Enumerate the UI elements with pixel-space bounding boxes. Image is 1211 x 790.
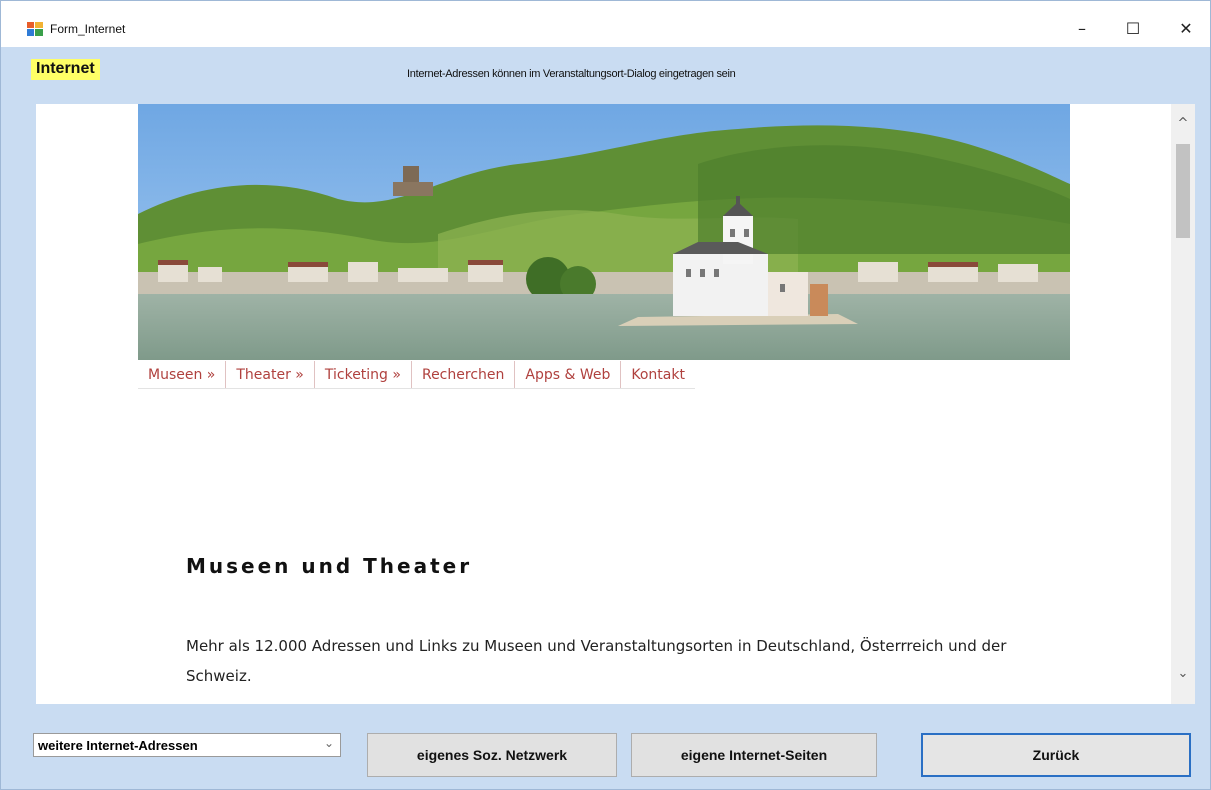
window-title: Form_Internet <box>50 22 126 36</box>
nav-link-theater[interactable]: Theater » <box>226 361 315 388</box>
intro-paragraph: Mehr als 12.000 Adressen und Links zu Mu… <box>186 637 1007 685</box>
scrollbar-thumb[interactable] <box>1176 144 1190 238</box>
form-window: Form_Internet – ☐ ✕ Internet Internet-Ad… <box>0 0 1211 790</box>
minimize-button[interactable]: – <box>1059 11 1105 47</box>
social-network-button[interactable]: eigenes Soz. Netzwerk <box>367 733 617 777</box>
nav-link-apps-web[interactable]: Apps & Web <box>515 361 622 388</box>
vertical-scrollbar[interactable]: ^ ⌄ <box>1171 104 1195 704</box>
hint-text: Internet-Adressen können im Veranstaltun… <box>407 68 736 80</box>
own-web-pages-button[interactable]: eigene Internet-Seiten <box>631 733 877 777</box>
nav-link-ticketing[interactable]: Ticketing » <box>315 361 412 388</box>
title-bar: Form_Internet – ☐ ✕ <box>1 1 1210 47</box>
back-button[interactable]: Zurück <box>921 733 1191 777</box>
web-browser-panel[interactable]: Museen » Theater » Ticketing » Recherche… <box>36 104 1195 704</box>
form-app-icon <box>27 22 43 36</box>
internet-address-select[interactable]: weitere Internet-Adressen ⌄ <box>33 733 341 757</box>
page-heading: Museen und Theater <box>186 554 473 578</box>
site-navigation: Museen » Theater » Ticketing » Recherche… <box>138 361 695 389</box>
nav-link-museen[interactable]: Museen » <box>138 361 227 388</box>
internet-badge: Internet <box>31 59 100 80</box>
nav-link-recherchen[interactable]: Recherchen <box>412 361 516 388</box>
chevron-up-icon[interactable]: ^ <box>1171 116 1195 140</box>
hero-image <box>138 104 1070 360</box>
nav-link-kontakt[interactable]: Kontakt <box>621 361 695 388</box>
close-button[interactable]: ✕ <box>1163 11 1209 47</box>
chevron-down-icon[interactable]: ⌄ <box>324 736 334 750</box>
maximize-button[interactable]: ☐ <box>1110 11 1156 47</box>
combo-selected-value: weitere Internet-Adressen <box>38 738 198 753</box>
chevron-down-icon[interactable]: ⌄ <box>1171 666 1195 690</box>
